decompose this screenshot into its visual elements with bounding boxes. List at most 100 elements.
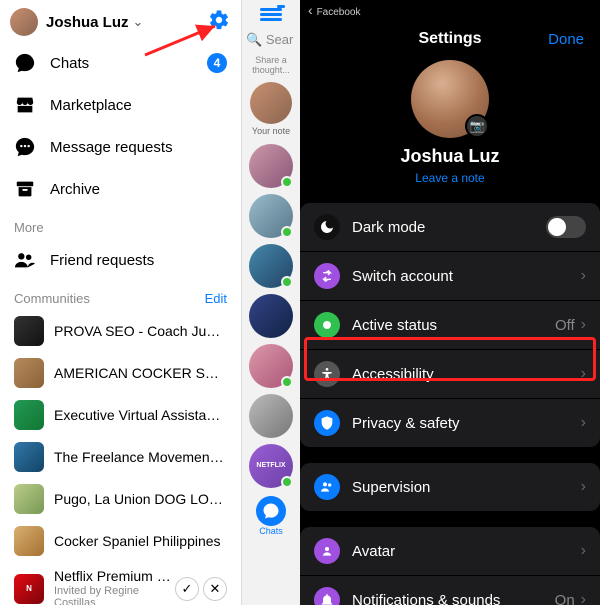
menu-icon[interactable] (260, 6, 282, 22)
user-name[interactable]: Joshua Luz (46, 14, 129, 31)
dark-mode-toggle[interactable] (546, 216, 586, 238)
nav-label: Chats (50, 55, 89, 72)
edit-communities-button[interactable]: Edit (205, 291, 227, 306)
community-item[interactable]: Pugo, La Union DOG LOVERS 🐶 (0, 478, 241, 520)
message-dots-icon (14, 136, 36, 158)
story-avatar[interactable] (249, 344, 293, 388)
notification-dot (277, 5, 285, 8)
nav-label: Archive (50, 181, 100, 198)
community-thumbnail (14, 316, 44, 346)
done-button[interactable]: Done (548, 31, 584, 48)
search-field-peek[interactable]: 🔍 Sear (246, 32, 300, 48)
profile-section: 📷 Joshua Luz Leave a note (300, 56, 600, 195)
accessibility-icon (314, 361, 340, 387)
nav-label: Message requests (50, 139, 173, 156)
row-active-status[interactable]: Active status Off › (300, 301, 600, 350)
chevron-right-icon: › (581, 414, 586, 432)
story-avatar[interactable]: NETFLIX (249, 444, 293, 488)
row-privacy-safety[interactable]: Privacy & safety › (300, 399, 600, 447)
row-label: Switch account (352, 268, 581, 285)
row-dark-mode[interactable]: Dark mode (300, 203, 600, 252)
active-dot (281, 176, 293, 188)
community-thumbnail (14, 358, 44, 388)
community-label: The Freelance Movement | Fre... (54, 449, 227, 465)
archive-icon (14, 178, 36, 200)
user-avatar[interactable] (10, 8, 38, 36)
sidebar-header: Joshua Luz ⌄ (0, 0, 241, 42)
camera-icon[interactable]: 📷 (465, 114, 489, 138)
status-bar: Facebook (300, 0, 600, 20)
leave-note-button[interactable]: Leave a note (415, 171, 484, 185)
community-thumbnail (14, 526, 44, 556)
sidebar: Joshua Luz ⌄ Chats 4 Market (0, 0, 242, 605)
section-label: More (14, 220, 44, 235)
nav-chats[interactable]: Chats 4 (0, 42, 241, 84)
chevron-right-icon: › (581, 478, 586, 496)
community-item[interactable]: PROVA SEO - Coach Jude - SE... (0, 310, 241, 352)
row-supervision[interactable]: Supervision › (300, 463, 600, 511)
story-avatar[interactable] (249, 294, 293, 338)
settings-gear-button[interactable] (207, 8, 231, 32)
story-avatar[interactable] (249, 144, 293, 188)
story-avatar[interactable] (249, 394, 293, 438)
settings-group: Avatar › Notifications & sounds On › Ord… (300, 527, 600, 605)
community-item[interactable]: Cocker Spaniel Philippines (0, 520, 241, 562)
row-label: Active status (352, 317, 555, 334)
communities-header: Communities Edit (0, 281, 241, 310)
story-avatar[interactable] (249, 244, 293, 288)
accept-invite-button[interactable]: ✓ (175, 577, 199, 601)
section-label: Communities (14, 291, 90, 306)
chevron-right-icon: › (581, 591, 586, 605)
story-avatar[interactable] (249, 194, 293, 238)
unread-badge: 4 (207, 53, 227, 73)
more-header: More (0, 210, 241, 239)
profile-avatar[interactable]: 📷 (411, 60, 489, 138)
active-dot (281, 376, 293, 388)
note-prompt[interactable]: Share a thought... (242, 56, 300, 76)
community-item[interactable]: N Netflix Premium Sell... Invited by Reg… (0, 562, 241, 605)
active-dot (281, 476, 293, 488)
gear-icon (208, 9, 230, 31)
community-item[interactable]: The Freelance Movement | Fre... (0, 436, 241, 478)
back-to-facebook[interactable]: Facebook (308, 2, 360, 18)
row-accessibility[interactable]: Accessibility › (300, 350, 600, 399)
community-thumbnail: N (14, 574, 44, 604)
chat-bubble-icon (14, 52, 36, 74)
community-thumbnail (14, 484, 44, 514)
settings-screen: Facebook Settings Done 📷 Joshua Luz Leav… (300, 0, 600, 605)
decline-invite-button[interactable]: ✕ (203, 577, 227, 601)
switch-icon (314, 263, 340, 289)
chevron-right-icon: › (581, 316, 586, 334)
chevron-right-icon: › (581, 542, 586, 560)
row-label: Notifications & sounds (352, 592, 555, 605)
chevron-down-icon[interactable]: ⌄ (133, 14, 144, 30)
supervision-icon (314, 474, 340, 500)
row-label: Accessibility (352, 366, 581, 383)
nav-message-requests[interactable]: Message requests (0, 126, 241, 168)
nav-archive[interactable]: Archive (0, 168, 241, 210)
nav-friend-requests[interactable]: Friend requests (0, 239, 241, 281)
storefront-icon (14, 94, 36, 116)
community-label: Cocker Spaniel Philippines (54, 533, 227, 549)
active-dot (281, 226, 293, 238)
nav-marketplace[interactable]: Marketplace (0, 84, 241, 126)
row-label: Avatar (352, 543, 581, 560)
community-label: Executive Virtual Assistant Co... (54, 407, 227, 423)
row-avatar[interactable]: Avatar › (300, 527, 600, 576)
settings-group: Supervision › (300, 463, 600, 511)
nav-label: Marketplace (50, 97, 132, 114)
main-column-peek: 🔍 Sear Share a thought... Your note NETF… (242, 0, 300, 605)
row-value: Off (555, 317, 575, 334)
search-icon: 🔍 (246, 32, 262, 47)
settings-group: Dark mode Switch account › Active status… (300, 203, 600, 447)
chats-tab[interactable]: Chats (249, 496, 293, 534)
row-notifications[interactable]: Notifications & sounds On › (300, 576, 600, 605)
nav-label: Friend requests (50, 252, 154, 269)
your-note-avatar[interactable] (250, 82, 292, 124)
row-switch-account[interactable]: Switch account › (300, 252, 600, 301)
row-value: On (555, 592, 575, 605)
community-item[interactable]: Executive Virtual Assistant Co... (0, 394, 241, 436)
your-note-label: Your note (242, 126, 300, 136)
community-thumbnail (14, 400, 44, 430)
community-item[interactable]: AMERICAN COCKER SPANIEL... (0, 352, 241, 394)
